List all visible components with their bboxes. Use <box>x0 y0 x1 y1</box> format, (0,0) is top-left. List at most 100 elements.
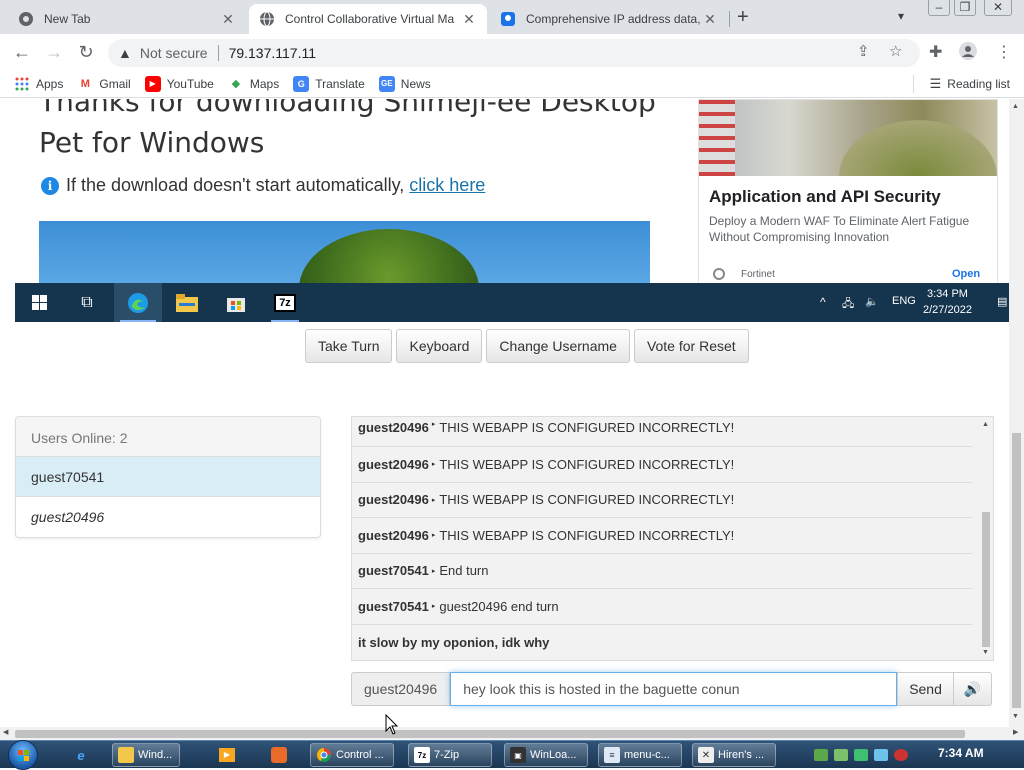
chat-username: guest20496 <box>358 420 429 435</box>
vm-start-windows-icon[interactable] <box>15 283 63 322</box>
page-scroll-thumb[interactable] <box>1012 433 1021 708</box>
vm-tray-chevron-icon[interactable]: ^ <box>820 295 826 309</box>
speaker-icon[interactable]: 🔊 <box>953 672 992 706</box>
youtube-icon: ▶ <box>144 75 161 92</box>
change-username-button[interactable]: Change Username <box>486 329 630 363</box>
vm-language-indicator[interactable]: ENG <box>892 295 916 307</box>
tab-search-chevron-icon[interactable]: ▾ <box>898 9 904 23</box>
tray-network-icon[interactable] <box>814 749 828 761</box>
host-taskbar-item[interactable]: 7z 7-Zip <box>408 743 492 767</box>
host-taskbar-item[interactable]: ▣ WinLoa... <box>504 743 588 767</box>
host-taskbar-item[interactable]: ✕ Hiren's ... <box>692 743 776 767</box>
warning-triangle-icon[interactable]: ▲ <box>118 45 132 61</box>
host-taskbar-label: 7-Zip <box>434 749 460 761</box>
url-text[interactable]: 79.137.117.11 <box>229 45 316 61</box>
vm-store-icon[interactable] <box>212 283 260 322</box>
chat-message: guest70541 ▸ End turn <box>352 554 972 589</box>
chat-panel[interactable]: guest20496 ▸ THIS WEBAPP IS CONFIGURED INC… <box>351 416 994 661</box>
vm-edge-icon[interactable] <box>114 283 162 322</box>
share-icon[interactable]: ⇪ <box>857 42 870 60</box>
chat-scrollbar[interactable]: ▲ ▼ <box>980 417 993 660</box>
host-clock[interactable]: 7:34 AM <box>938 746 984 760</box>
scroll-right-arrow-icon[interactable]: ▶ <box>1013 728 1018 736</box>
host-taskbar-item[interactable]: Control ... <box>310 743 394 767</box>
close-icon[interactable]: ✕ <box>702 11 718 28</box>
vm-click-here-link[interactable]: click here <box>409 175 485 196</box>
vm-ad-title[interactable]: Application and API Security <box>709 187 941 207</box>
scroll-up-arrow-icon[interactable]: ▲ <box>1012 103 1019 110</box>
tray-app-icon[interactable] <box>854 749 868 761</box>
bookmark-apps[interactable]: Apps <box>14 76 63 92</box>
chat-scroll-thumb[interactable] <box>982 512 990 647</box>
tray-display-icon[interactable] <box>874 749 888 761</box>
profile-avatar-icon[interactable] <box>959 42 977 65</box>
vm-clock[interactable]: 3:34 PM 2/27/2022 <box>923 286 972 318</box>
new-tab-plus-icon[interactable]: + <box>737 6 749 29</box>
vm-ad-card[interactable]: Application and API Security Deploy a Mo… <box>698 99 998 284</box>
tab-new-tab[interactable]: New Tab ✕ <box>8 4 246 34</box>
page-vertical-scrollbar[interactable]: ▲ ▼ <box>1009 99 1024 727</box>
tab-label: Comprehensive IP address data, <box>526 12 701 26</box>
close-window-icon[interactable]: ✕ <box>984 0 1012 16</box>
close-icon[interactable]: ✕ <box>461 11 477 28</box>
reload-icon[interactable]: ↻ <box>76 42 96 63</box>
vm-7zip-label: 7z <box>274 293 296 312</box>
translate-icon: G <box>293 75 310 92</box>
tab-control-collaborative[interactable]: Control Collaborative Virtual Ma ✕ <box>249 4 487 34</box>
start-orb-windows-icon[interactable] <box>8 740 38 770</box>
back-arrow-icon[interactable]: ← <box>12 42 32 63</box>
chat-message-input[interactable]: hey look this is hosted in the baguette … <box>450 672 898 706</box>
scroll-up-arrow-icon[interactable]: ▲ <box>982 421 989 428</box>
horizontal-scroll-thumb[interactable] <box>15 730 965 738</box>
tray-record-icon[interactable] <box>894 749 908 761</box>
vm-file-explorer-icon[interactable] <box>163 283 211 322</box>
scroll-down-arrow-icon[interactable]: ▼ <box>982 649 989 656</box>
user-list-item[interactable]: guest20496 <box>16 497 320 537</box>
host-taskbar-item[interactable]: ≡ menu-c... <box>598 743 682 767</box>
bookmark-news[interactable]: GE News <box>378 75 431 92</box>
caret-right-icon: ▸ <box>431 461 436 469</box>
forward-arrow-icon[interactable]: → <box>44 42 64 63</box>
security-status[interactable]: Not secure <box>140 45 208 61</box>
host-taskbar-item[interactable]: Wind... <box>112 743 180 767</box>
plants-image <box>839 120 997 176</box>
vm-7zip-icon[interactable]: 7z <box>261 283 309 322</box>
page-horizontal-scrollbar[interactable]: ◀ ▶ <box>0 727 1024 740</box>
vm-task-view-icon[interactable]: ⧉ <box>63 283 111 322</box>
close-icon[interactable]: ✕ <box>220 11 236 28</box>
minimize-icon[interactable]: – <box>928 0 950 16</box>
internet-explorer-icon[interactable]: e <box>70 745 92 765</box>
chat-message: guest20496 ▸ THIS WEBAPP IS CONFIGURED INC… <box>352 518 972 554</box>
chat-username: guest20496 <box>358 456 429 472</box>
media-player-icon[interactable]: ▶ <box>216 745 238 765</box>
vm-notifications-icon[interactable]: ▤ <box>997 295 1007 308</box>
puzzle-app-icon[interactable] <box>268 745 290 765</box>
reading-list-label: Reading list <box>947 77 1010 91</box>
keyboard-button[interactable]: Keyboard <box>396 329 483 363</box>
tools-icon: ✕ <box>698 747 714 763</box>
send-button[interactable]: Send <box>897 672 954 706</box>
vm-volume-muted-icon[interactable]: 🔈 <box>865 295 879 308</box>
vm-screen[interactable]: Thanks for downloading Shimeji-ee Deskto… <box>15 99 1009 322</box>
bookmarks-divider <box>913 75 914 93</box>
bookmark-gmail[interactable]: M Gmail <box>77 76 131 92</box>
restore-icon[interactable]: ❐ <box>954 0 976 16</box>
users-online-header: Users Online: 2 <box>16 417 320 457</box>
extensions-puzzle-icon[interactable]: ✚ <box>929 42 942 62</box>
vm-network-icon[interactable]: 🖧 <box>842 295 854 314</box>
bookmark-star-icon[interactable]: ☆ <box>889 42 902 60</box>
scroll-left-arrow-icon[interactable]: ◀ <box>3 728 8 736</box>
kebab-menu-icon[interactable]: ⋮ <box>996 42 1012 62</box>
reading-list-button[interactable]: ☰ Reading list <box>930 76 1010 92</box>
bookmark-youtube[interactable]: ▶ YouTube <box>144 75 214 92</box>
user-list-item[interactable]: guest70541 <box>16 457 320 497</box>
bookmark-translate[interactable]: G Translate <box>293 75 365 92</box>
address-bar[interactable]: ▲ Not secure 79.137.117.11 <box>108 39 920 67</box>
tab-ip-address-data[interactable]: Comprehensive IP address data, ✕ <box>490 4 728 34</box>
scroll-down-arrow-icon[interactable]: ▼ <box>1012 713 1019 720</box>
vm-ad-open-link[interactable]: Open <box>952 268 980 280</box>
take-turn-button[interactable]: Take Turn <box>305 329 393 363</box>
tray-shield-icon[interactable] <box>834 749 848 761</box>
vote-for-reset-button[interactable]: Vote for Reset <box>633 329 749 363</box>
bookmark-maps[interactable]: ◆ Maps <box>228 76 280 92</box>
